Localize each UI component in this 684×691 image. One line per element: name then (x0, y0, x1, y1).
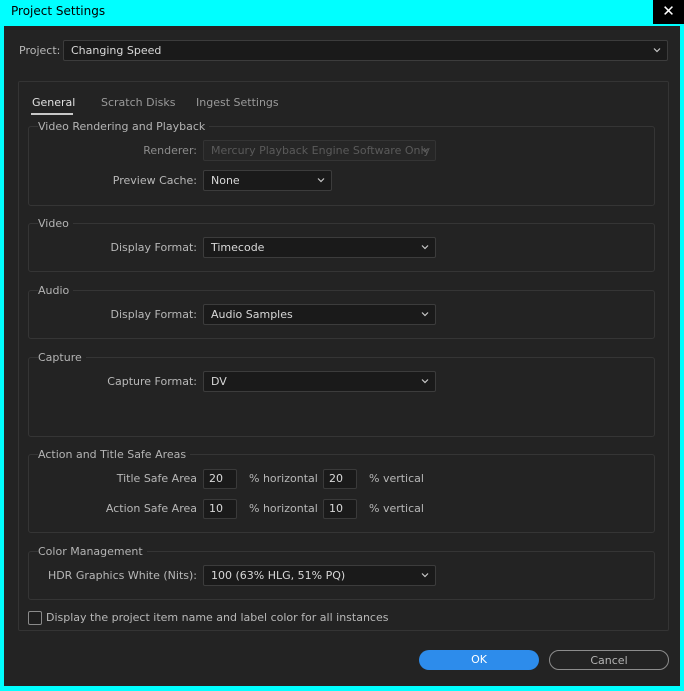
hdr-graphics-white-dropdown[interactable]: 100 (63% HLG, 51% PQ) (203, 565, 436, 586)
action-safe-vertical-input[interactable]: 10 (323, 499, 357, 519)
preview-cache-label: Preview Cache: (112, 174, 197, 187)
active-tab-indicator (31, 113, 73, 115)
video-rendering-title: Video Rendering and Playback (38, 120, 210, 133)
chevron-down-icon (421, 573, 429, 578)
project-value: Changing Speed (71, 44, 162, 57)
action-safe-horizontal-unit: % horizontal (249, 502, 318, 515)
capture-format-value: DV (211, 375, 227, 388)
video-display-format-value: Timecode (211, 241, 265, 254)
renderer-value: Mercury Playback Engine Software Only (211, 144, 431, 157)
renderer-dropdown: Mercury Playback Engine Software Only (203, 140, 436, 161)
audio-display-format-label: Display Format: (110, 308, 197, 321)
audio-display-format-dropdown[interactable]: Audio Samples (203, 304, 436, 325)
preview-cache-value: None (211, 174, 240, 187)
project-settings-dialog: Project: Changing Speed General Scratch … (4, 26, 680, 686)
title-safe-label: Title Safe Area (116, 472, 197, 485)
action-safe-label: Action Safe Area (105, 502, 197, 515)
action-safe-vertical-unit: % vertical (369, 502, 424, 515)
chevron-down-icon (421, 312, 429, 317)
preview-cache-dropdown[interactable]: None (203, 170, 332, 191)
ok-button[interactable]: OK (419, 650, 539, 670)
cancel-button[interactable]: Cancel (549, 650, 669, 670)
chevron-down-icon (421, 148, 429, 153)
capture-format-dropdown[interactable]: DV (203, 371, 436, 392)
title-bar: Project Settings ✕ (0, 0, 684, 26)
close-button[interactable]: ✕ (653, 0, 684, 24)
chevron-down-icon (317, 178, 325, 183)
tab-scratch-disks[interactable]: Scratch Disks (101, 96, 175, 109)
capture-title: Capture (38, 351, 86, 364)
tab-general[interactable]: General (32, 96, 75, 109)
hdr-graphics-white-label: HDR Graphics White (Nits): (47, 569, 197, 582)
audio-display-format-value: Audio Samples (211, 308, 293, 321)
safe-areas-group (28, 454, 655, 533)
hdr-graphics-white-value: 100 (63% HLG, 51% PQ) (211, 569, 346, 582)
chevron-down-icon (421, 245, 429, 250)
renderer-label: Renderer: (143, 144, 197, 157)
capture-group (28, 357, 655, 437)
chevron-down-icon (653, 48, 661, 53)
video-display-format-label: Display Format: (110, 241, 197, 254)
display-label-checkbox-label: Display the project item name and label … (46, 611, 389, 624)
title-safe-horizontal-input[interactable]: 20 (203, 469, 237, 489)
chevron-down-icon (421, 379, 429, 384)
action-safe-horizontal-input[interactable]: 10 (203, 499, 237, 519)
window-title: Project Settings (11, 4, 106, 18)
video-display-format-dropdown[interactable]: Timecode (203, 237, 436, 258)
video-rendering-group (28, 126, 655, 206)
safe-areas-title: Action and Title Safe Areas (38, 448, 191, 461)
close-icon: ✕ (662, 2, 675, 20)
tab-ingest-settings[interactable]: Ingest Settings (196, 96, 279, 109)
audio-title: Audio (38, 284, 74, 297)
project-dropdown[interactable]: Changing Speed (63, 40, 668, 61)
title-safe-vertical-unit: % vertical (369, 472, 424, 485)
title-safe-vertical-input[interactable]: 20 (323, 469, 357, 489)
video-title: Video (38, 217, 73, 230)
title-safe-horizontal-unit: % horizontal (249, 472, 318, 485)
capture-format-label: Capture Format: (107, 375, 197, 388)
display-label-checkbox[interactable] (28, 611, 42, 625)
project-label: Project: (19, 44, 61, 57)
color-management-title: Color Management (38, 545, 147, 558)
